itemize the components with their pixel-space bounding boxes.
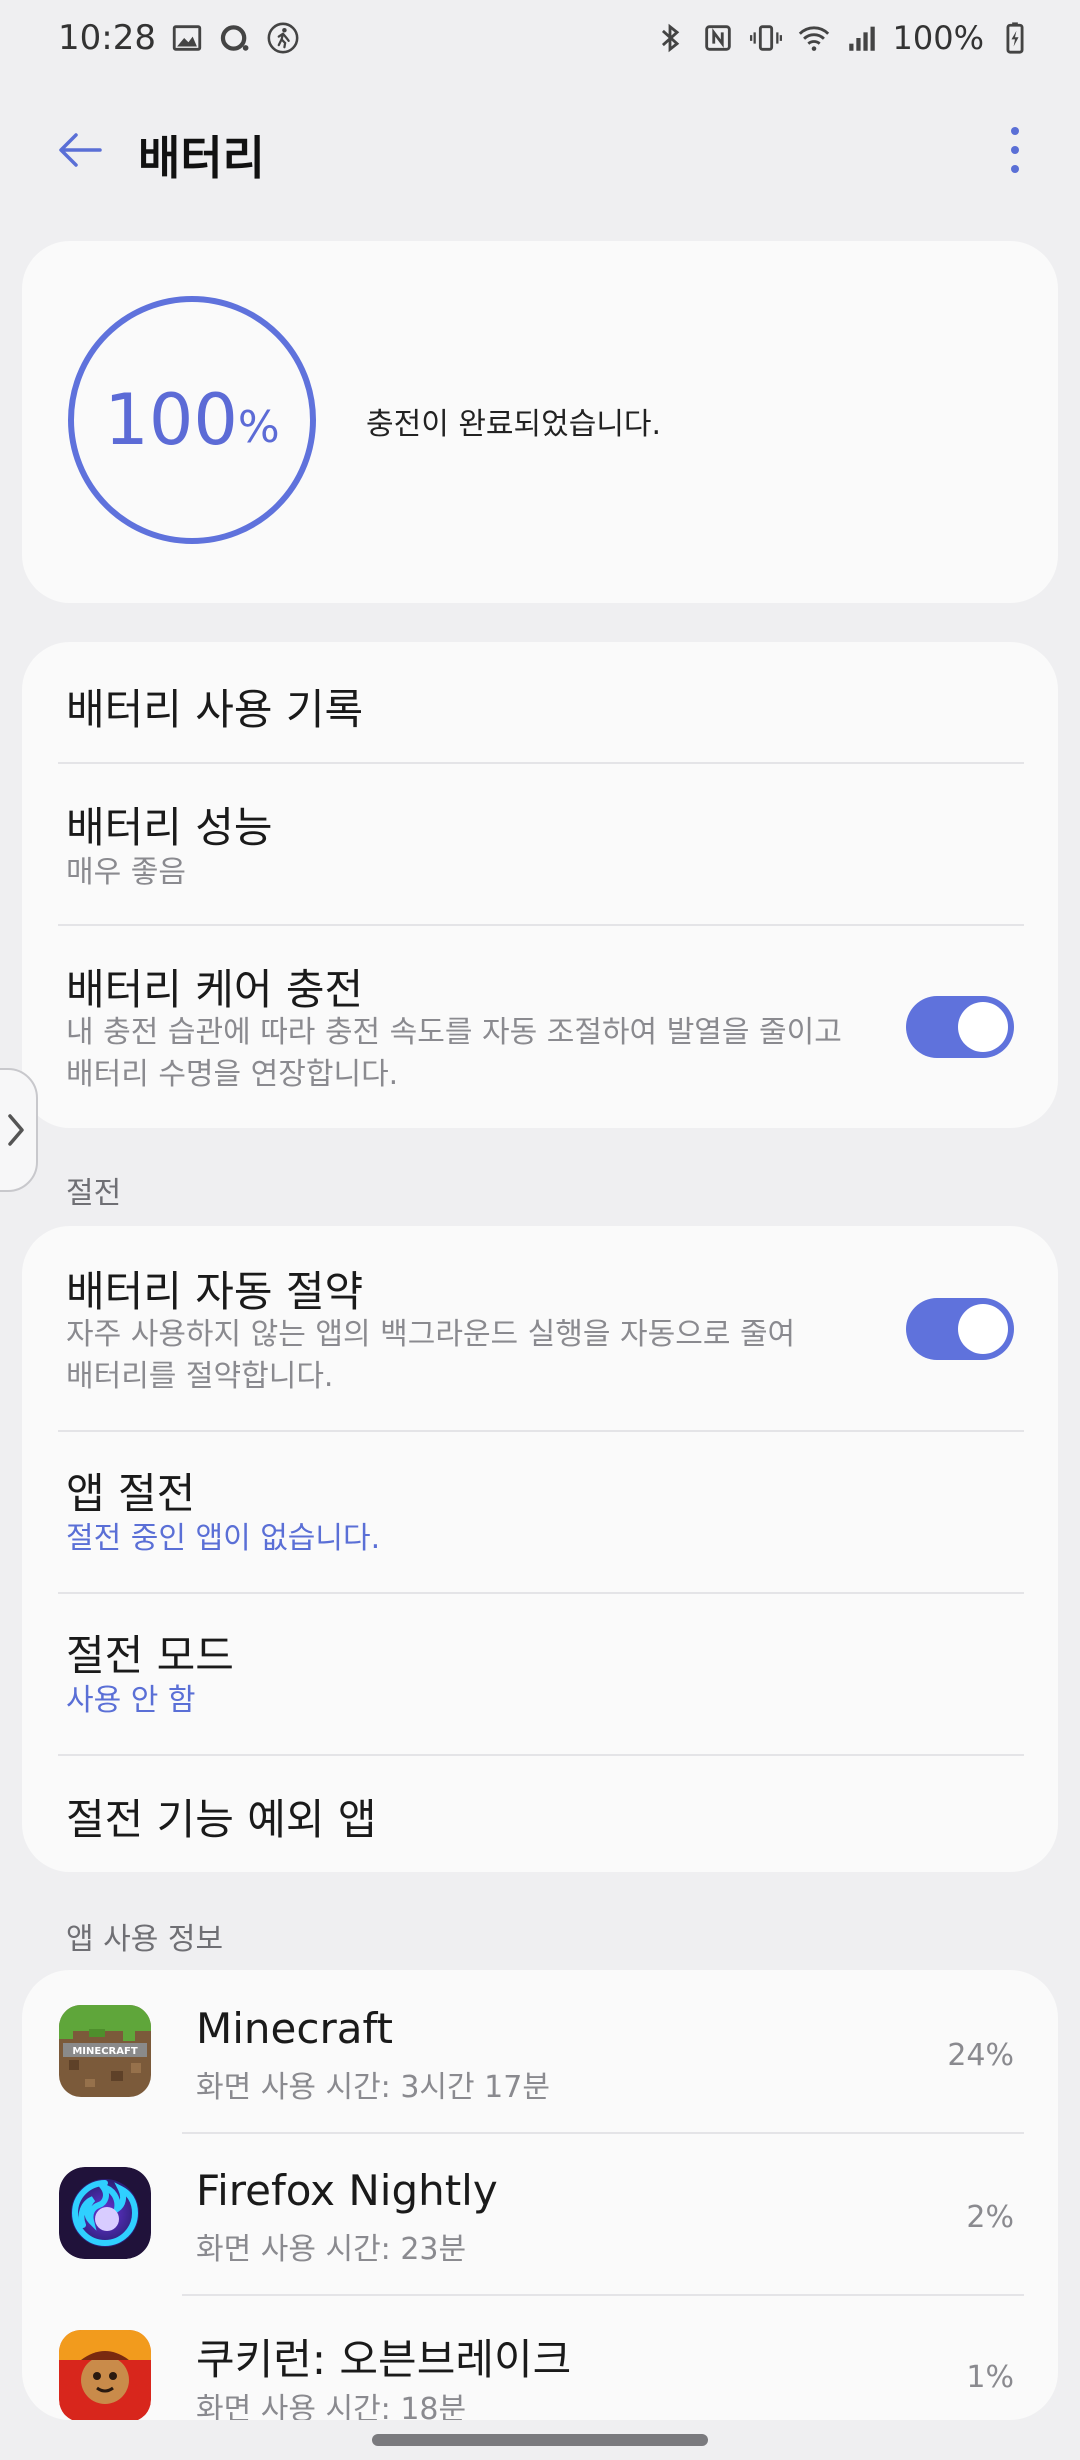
battery-performance-title: 배터리 성능 — [66, 803, 273, 852]
power-saving-card: 배터리 자동 절약 자주 사용하지 않는 앱의 백그라운드 실행을 자동으로 줄… — [22, 1226, 1058, 1872]
power-saving-mode-value: 사용 안 함 — [66, 1683, 196, 1718]
auto-battery-saving-title: 배터리 자동 절약 — [66, 1267, 364, 1316]
charging-status-text: 충전이 완료되었습니다. — [366, 407, 662, 442]
battery-care-charging-title: 배터리 케어 충전 — [66, 965, 364, 1014]
app-bar: 배터리 — [0, 100, 1080, 200]
page-title: 배터리 — [138, 131, 265, 185]
auto-battery-saving-desc-line1: 자주 사용하지 않는 앱의 백그라운드 실행을 자동으로 줄여 — [66, 1317, 796, 1352]
power-saving-exceptions-item[interactable]: 절전 기능 예외 앱 — [22, 1756, 1058, 1872]
app-power-saving-title: 앱 절전 — [66, 1469, 196, 1518]
app-usage-item-cookie-run[interactable]: 쿠키런: 오븐브레이크 화면 사용 시간: 18분 1% — [22, 2296, 1058, 2420]
bluetooth-icon — [653, 21, 687, 55]
battery-care-charging-desc-line1: 내 충전 습관에 따라 충전 속도를 자동 조절하여 발열을 줄이고 — [66, 1015, 842, 1050]
toggle-knob — [958, 1304, 1008, 1354]
app-name: Firefox Nightly — [196, 2166, 498, 2215]
toggle-knob — [958, 1002, 1008, 1052]
battery-care-charging-desc-line2: 배터리 수명을 연장합니다. — [66, 1057, 399, 1092]
auto-battery-saving-item[interactable]: 배터리 자동 절약 자주 사용하지 않는 앱의 백그라운드 실행을 자동으로 줄… — [22, 1226, 1058, 1430]
app-usage-section-label: 앱 사용 정보 — [66, 1922, 224, 1957]
power-saving-section-label: 절전 — [66, 1176, 122, 1211]
circle-icon — [218, 21, 252, 55]
status-bar-right: 100% — [653, 19, 1032, 57]
home-indicator-bar[interactable] — [372, 2434, 708, 2446]
app-battery-percent: 1% — [966, 2360, 1014, 2395]
status-bar-left: 10:28 — [58, 18, 300, 58]
battery-charging-icon — [998, 21, 1032, 55]
signal-icon — [845, 21, 879, 55]
app-usage-item-minecraft[interactable]: MINECRAFT Minecraft 화면 사용 시간: 3시간 17분 24… — [22, 1970, 1058, 2132]
battery-settings-card: 배터리 사용 기록 배터리 성능 매우 좋음 배터리 케어 충전 내 충전 습관… — [22, 642, 1058, 1128]
status-bar: 10:28 100% — [0, 0, 1080, 76]
nfc-icon — [701, 21, 735, 55]
arrow-left-icon — [59, 133, 102, 167]
auto-battery-saving-desc-line2: 배터리를 절약합니다. — [66, 1359, 334, 1394]
chevron-right-icon — [8, 1114, 24, 1146]
vibrate-icon — [749, 21, 783, 55]
app-usage-item-firefox-nightly[interactable]: Firefox Nightly 화면 사용 시간: 23분 2% — [22, 2134, 1058, 2294]
battery-usage-history-item[interactable]: 배터리 사용 기록 — [22, 642, 1058, 762]
battery-performance-item[interactable]: 배터리 성능 매우 좋음 — [22, 764, 1058, 924]
battery-care-charging-toggle[interactable] — [906, 996, 1014, 1058]
app-screen-time: 화면 사용 시간: 3시간 17분 — [196, 2070, 550, 2105]
svg-text:MINECRAFT: MINECRAFT — [72, 2046, 137, 2057]
wifi-icon — [797, 21, 831, 55]
status-time: 10:28 — [58, 18, 156, 58]
more-options-button[interactable] — [990, 120, 1040, 180]
app-power-saving-value: 절전 중인 앱이 없습니다. — [66, 1521, 381, 1556]
minecraft-icon: MINECRAFT — [59, 2005, 151, 2097]
status-battery-percent: 100% — [892, 19, 984, 57]
power-saving-exceptions-title: 절전 기능 예외 앱 — [66, 1795, 377, 1844]
app-battery-percent: 2% — [966, 2200, 1014, 2235]
cookie-run-icon — [59, 2330, 151, 2420]
gallery-icon — [170, 21, 204, 55]
app-name: 쿠키런: 오븐브레이크 — [196, 2335, 572, 2384]
battery-usage-history-title: 배터리 사용 기록 — [66, 685, 364, 734]
app-screen-time: 화면 사용 시간: 18분 — [196, 2392, 467, 2420]
app-name: Minecraft — [196, 2004, 393, 2053]
battery-performance-value: 매우 좋음 — [66, 855, 186, 890]
back-button[interactable] — [44, 120, 116, 180]
accessibility-icon — [266, 21, 300, 55]
battery-care-charging-item[interactable]: 배터리 케어 충전 내 충전 습관에 따라 충전 속도를 자동 조절하여 발열을… — [22, 926, 1058, 1128]
battery-level-unit: % — [237, 401, 280, 453]
firefox-nightly-icon — [59, 2167, 151, 2259]
app-screen-time: 화면 사용 시간: 23분 — [196, 2232, 467, 2267]
power-saving-mode-item[interactable]: 절전 모드 사용 안 함 — [22, 1594, 1058, 1754]
battery-level-number: 100 — [104, 379, 238, 461]
power-saving-mode-title: 절전 모드 — [66, 1631, 234, 1680]
battery-level-display: 100 % — [67, 295, 317, 545]
auto-battery-saving-toggle[interactable] — [906, 1298, 1014, 1360]
app-power-saving-item[interactable]: 앱 절전 절전 중인 앱이 없습니다. — [22, 1432, 1058, 1592]
edge-panel-handle[interactable] — [0, 1068, 38, 1192]
more-vertical-icon — [1011, 127, 1019, 173]
battery-status-card: 100 % 충전이 완료되었습니다. — [22, 241, 1058, 603]
app-usage-card: MINECRAFT Minecraft 화면 사용 시간: 3시간 17분 24… — [22, 1970, 1058, 2420]
app-battery-percent: 24% — [947, 2038, 1014, 2073]
